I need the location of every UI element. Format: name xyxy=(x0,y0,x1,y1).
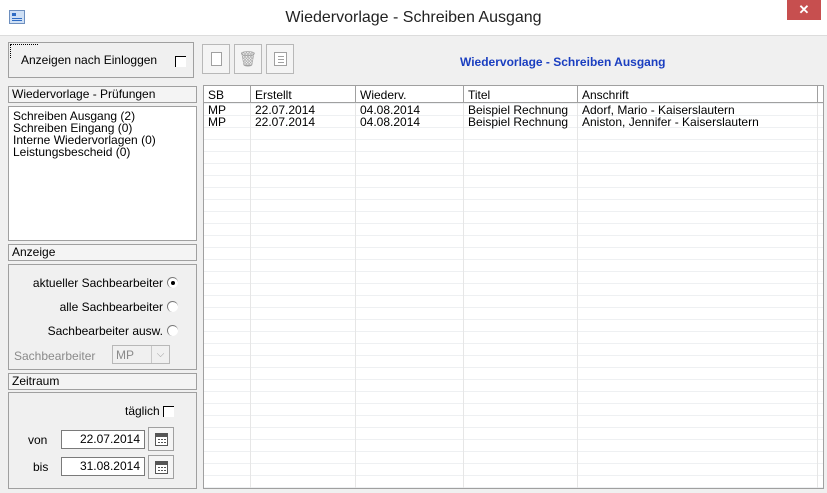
cell-wiederv: 04.08.2014 xyxy=(360,115,421,129)
pruefungen-header: Wiedervorlage - Prüfungen xyxy=(8,86,197,103)
radio-current-user[interactable]: aktueller Sachbearbeiter xyxy=(33,276,178,290)
radio-button[interactable] xyxy=(167,325,178,336)
calendar-icon xyxy=(155,461,168,474)
von-calendar-button[interactable] xyxy=(148,427,174,451)
delete-icon: 🗑 xyxy=(238,51,258,68)
anzeige-header: Anzeige xyxy=(8,244,197,261)
column-header-titel[interactable]: Titel xyxy=(464,88,490,102)
radio-button[interactable] xyxy=(167,277,178,288)
von-date-field[interactable]: 22.07.2014 xyxy=(61,430,145,449)
table-header: SB Erstellt Wiederv. Titel Anschrift xyxy=(204,86,823,103)
column-header-anschrift[interactable]: Anschrift xyxy=(578,88,629,102)
page-title: Wiedervorlage - Schreiben Ausgang xyxy=(460,55,666,69)
von-label: von xyxy=(28,433,48,447)
taeglich-label: täglich xyxy=(125,404,160,418)
radio-all-users[interactable]: alle Sachbearbeiter xyxy=(60,300,178,314)
cell-titel: Beispiel Rechnung xyxy=(468,115,569,129)
pruefungen-list[interactable]: Schreiben Ausgang (2) Schreiben Eingang … xyxy=(8,106,197,241)
calendar-icon xyxy=(155,433,168,446)
radio-all-users-label: alle Sachbearbeiter xyxy=(59,300,163,314)
anzeige-group: aktueller Sachbearbeiter alle Sachbearbe… xyxy=(8,264,197,370)
edit-icon xyxy=(274,52,287,66)
cell-sb: MP xyxy=(208,115,226,129)
column-divider xyxy=(355,86,356,488)
column-header-erstellt[interactable]: Erstellt xyxy=(251,88,292,102)
table-row[interactable]: MP 22.07.2014 04.08.2014 Beispiel Rechnu… xyxy=(204,116,823,128)
form-body: Anzeigen nach Einloggen 🗑 Wiedervorlage … xyxy=(0,36,827,493)
wiedervorlage-table[interactable]: SB Erstellt Wiederv. Titel Anschrift MP … xyxy=(203,85,824,489)
login-checkbox[interactable] xyxy=(175,56,186,67)
zeitraum-header: Zeitraum xyxy=(8,373,197,390)
column-divider xyxy=(817,86,818,102)
column-divider xyxy=(463,86,464,488)
list-item[interactable]: Leistungsbescheid (0) xyxy=(13,146,192,158)
title-bar: Wiedervorlage - Schreiben Ausgang ✕ xyxy=(0,0,827,36)
column-divider xyxy=(250,86,251,488)
taeglich-checkbox[interactable] xyxy=(163,406,174,417)
column-divider xyxy=(817,86,818,488)
cell-anschrift: Aniston, Jennifer - Kaiserslautern xyxy=(582,115,759,129)
new-document-icon xyxy=(211,52,222,66)
bis-date-field[interactable]: 31.08.2014 xyxy=(61,457,145,476)
radio-select-user-label: Sachbearbeiter ausw. xyxy=(47,324,163,338)
delete-button[interactable]: 🗑 xyxy=(234,44,262,74)
edit-button[interactable] xyxy=(266,44,294,74)
bis-calendar-button[interactable] xyxy=(148,455,174,479)
column-divider xyxy=(577,86,578,488)
cell-erstellt: 22.07.2014 xyxy=(255,115,316,129)
login-option-label: Anzeigen nach Einloggen xyxy=(21,53,158,67)
radio-current-user-label: aktueller Sachbearbeiter xyxy=(32,276,163,290)
zeitraum-group: täglich von 22.07.2014 bis 31.08.2014 xyxy=(8,392,197,489)
sachbearbeiter-select[interactable]: MP ⌵ xyxy=(112,345,170,364)
radio-select-user[interactable]: Sachbearbeiter ausw. xyxy=(48,324,178,338)
sachbearbeiter-value: MP xyxy=(116,348,134,362)
login-option[interactable]: Anzeigen nach Einloggen xyxy=(8,42,194,78)
column-header-wiederv[interactable]: Wiederv. xyxy=(356,88,406,102)
radio-button[interactable] xyxy=(167,301,178,312)
bis-label: bis xyxy=(33,460,49,474)
close-button[interactable]: ✕ xyxy=(787,0,821,20)
sachbearbeiter-label: Sachbearbeiter xyxy=(14,349,96,363)
window-title: Wiedervorlage - Schreiben Ausgang xyxy=(285,9,542,26)
chevron-down-icon[interactable]: ⌵ xyxy=(151,346,169,363)
new-button[interactable] xyxy=(202,44,230,74)
column-header-sb[interactable]: SB xyxy=(204,88,224,102)
